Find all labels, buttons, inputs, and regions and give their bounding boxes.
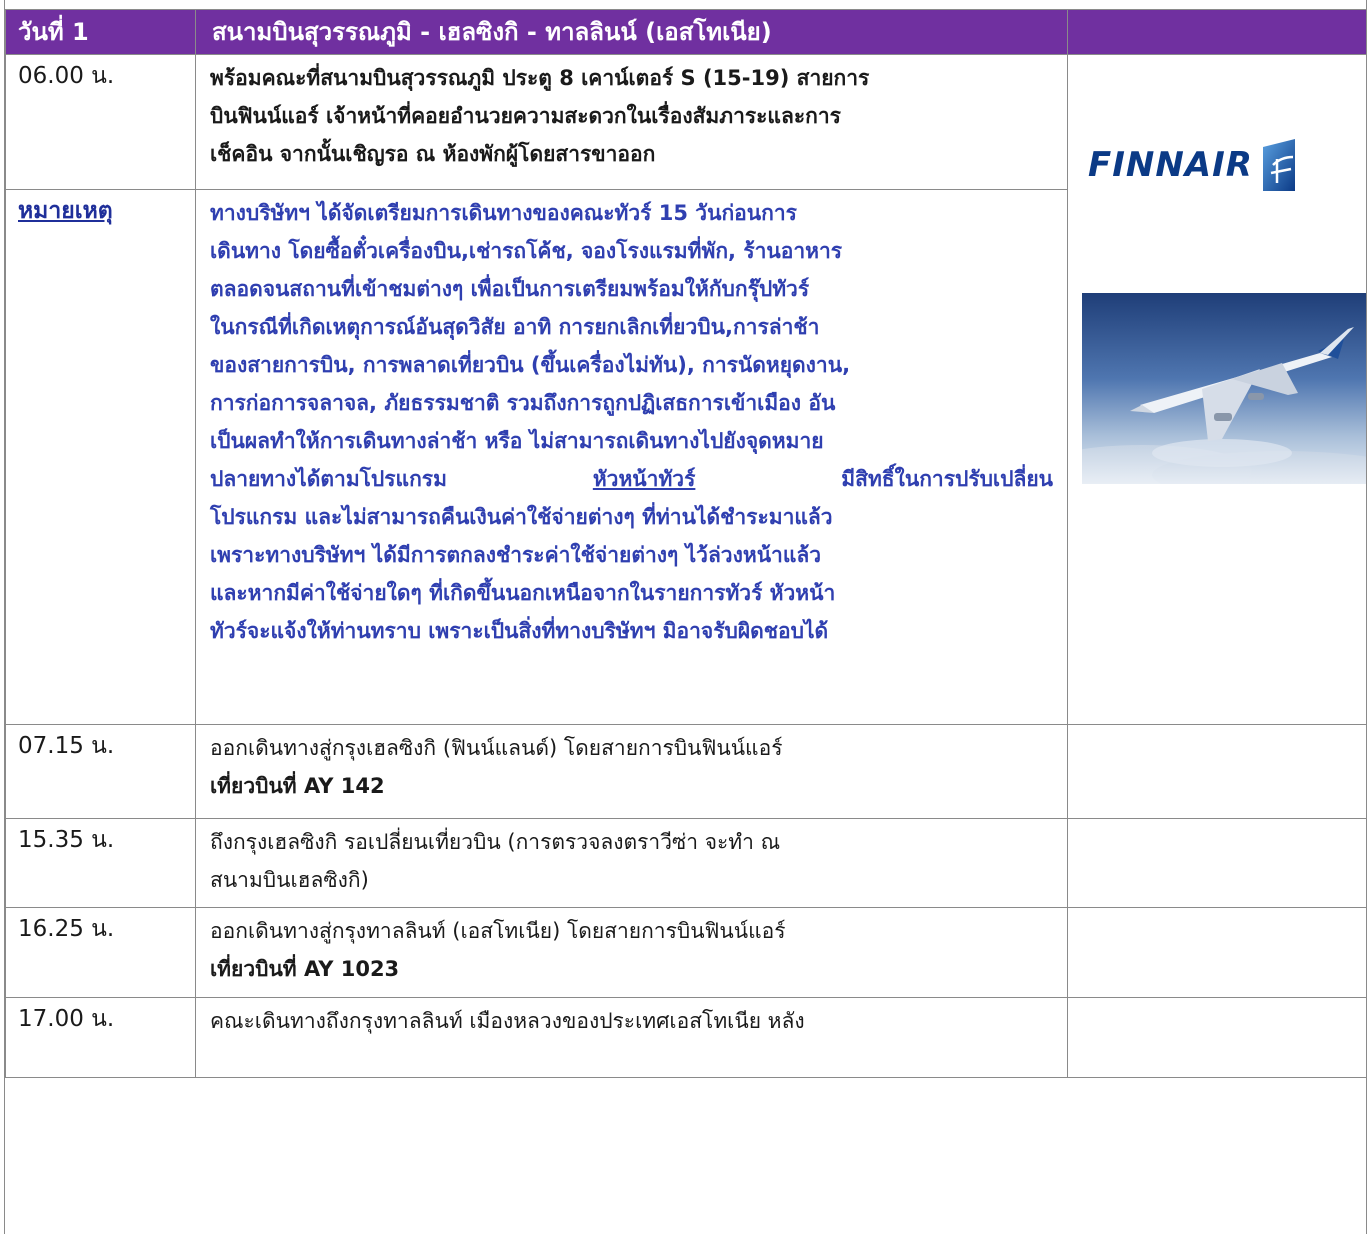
schedule-row: 15.35 น. ถึงกรุงเฮลซิงกิ รอเปลี่ยนเที่ยว…: [5, 818, 1367, 908]
itinerary-page: วันที่ 1 สนามบินสุวรรณภูมิ - เฮลซิงกิ - …: [4, 0, 1367, 1234]
note-description-cell: ทางบริษัทฯ ได้จัดเตรียมการเดินทางของคณะท…: [195, 189, 1068, 725]
flight-number: เที่ยวบินที่ AY 1023: [210, 957, 400, 981]
description-cell: พร้อมคณะที่สนามบินสุวรรณภูมิ ประตู 8 เคา…: [195, 54, 1068, 190]
time-cell: 16.25 น.: [5, 907, 196, 998]
schedule-row: 06.00 น. พร้อมคณะที่สนามบินสุวรรณภูมิ ปร…: [5, 54, 1367, 725]
itinerary-table: วันที่ 1 สนามบินสุวรรณภูมิ - เฮลซิงกิ - …: [5, 9, 1367, 1078]
time-cell: 17.00 น.: [5, 997, 196, 1078]
empty-cell: [1067, 997, 1367, 1078]
airplane-photo: [1082, 293, 1366, 484]
description-cell: ออกเดินทางสู่กรุงทาลลินท์ (เอสโทเนีย) โด…: [195, 907, 1068, 998]
note-label-cell: หมายเหตุ: [5, 189, 196, 725]
schedule-row: 07.15 น. ออกเดินทางสู่กรุงเฮลซิงกิ (ฟินน…: [5, 724, 1367, 819]
description-cell: ออกเดินทางสู่กรุงเฮลซิงกิ (ฟินน์แลนด์) โ…: [195, 724, 1068, 819]
empty-cell: [1067, 818, 1367, 908]
schedule-row: 17.00 น. คณะเดินทางถึงกรุงทาลลินท์ เมือง…: [5, 997, 1367, 1078]
time-cell: 07.15 น.: [5, 724, 196, 819]
day-header-row: วันที่ 1 สนามบินสุวรรณภูมิ - เฮลซิงกิ - …: [5, 9, 1367, 55]
day-label: วันที่ 1: [5, 9, 196, 55]
header-empty-cell: [1067, 9, 1367, 55]
empty-cell: [1067, 907, 1367, 998]
time-cell: 15.35 น.: [5, 818, 196, 908]
finnair-f-icon: [1262, 139, 1295, 191]
description-cell: คณะเดินทางถึงกรุงทาลลินท์ เมืองหลวงของปร…: [195, 997, 1068, 1078]
note-link[interactable]: หมายเหตุ: [18, 198, 113, 224]
schedule-row: 16.25 น. ออกเดินทางสู่กรุงทาลลินท์ (เอสโ…: [5, 907, 1367, 998]
tour-leader-link[interactable]: หัวหน้าทัวร์: [593, 460, 696, 498]
empty-cell: [1067, 724, 1367, 819]
finnair-logo: FINNAIR: [1088, 133, 1350, 197]
flight-number: เที่ยวบินที่ AY 142: [210, 774, 385, 798]
tour-leader-line: ปลายทางได้ตามโปรแกรม หัวหน้าทัวร์ มีสิทธ…: [210, 460, 1053, 498]
day-route: สนามบินสุวรรณภูมิ - เฮลซิงกิ - ทาลลินน์ …: [195, 9, 1068, 55]
description-cell: ถึงกรุงเฮลซิงกิ รอเปลี่ยนเที่ยวบิน (การต…: [195, 818, 1068, 908]
time-cell: 06.00 น.: [5, 54, 196, 190]
airline-image-cell: FINNAIR: [1067, 54, 1367, 725]
logo-wordmark: FINNAIR: [1088, 145, 1253, 185]
